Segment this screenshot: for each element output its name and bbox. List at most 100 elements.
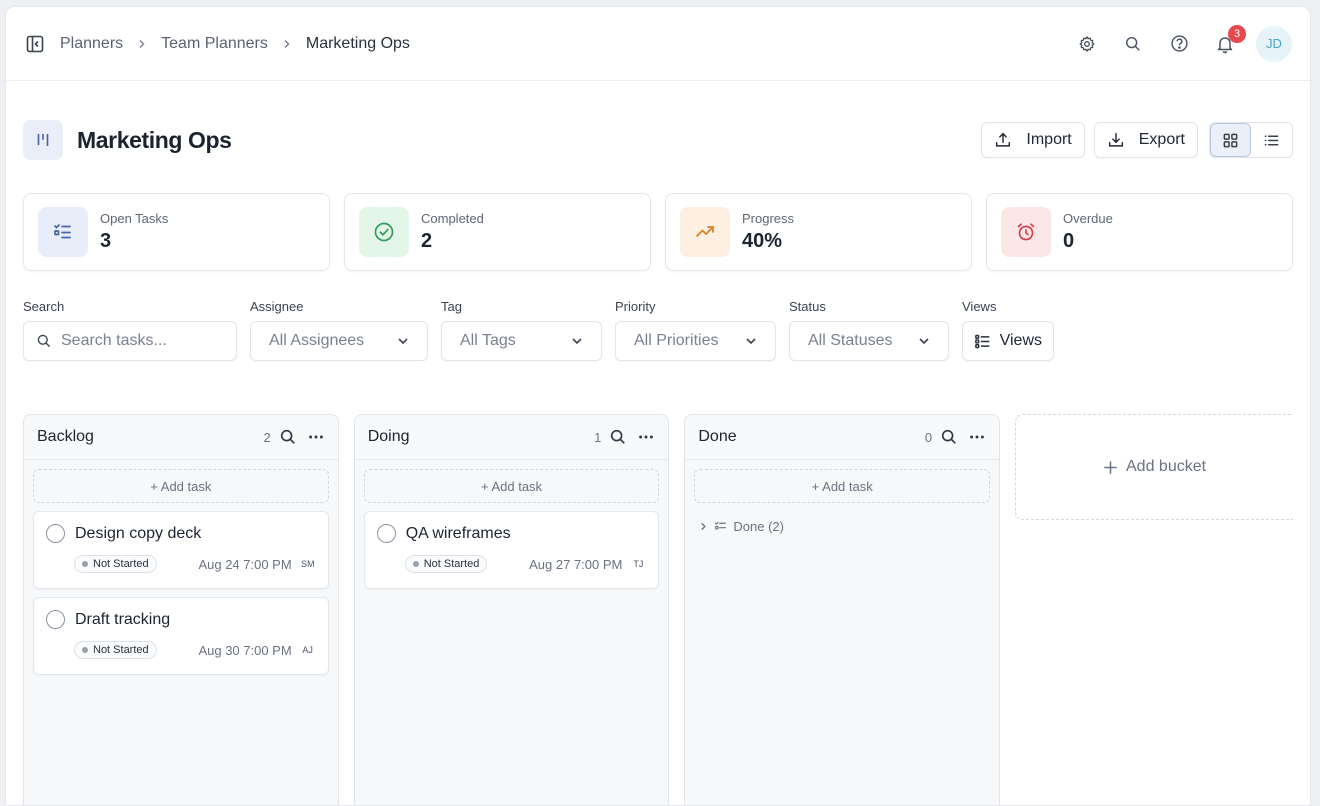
tag-value: All Tags (460, 332, 516, 349)
filter-label: Priority (615, 299, 656, 314)
task-due-date: Aug 30 7:00 PM (198, 642, 292, 658)
task-card[interactable]: QA wireframes Not Started Aug 27 7:00 PM… (363, 511, 660, 589)
search-icon[interactable] (1122, 33, 1144, 55)
status-text: Not Started (423, 558, 480, 570)
filter-bar: Search Search tasks... Assignee All Assi… (6, 299, 1310, 361)
task-card[interactable]: Draft tracking Not Started Aug 30 7:00 P… (33, 597, 329, 675)
stat-progress: Progress 40% (665, 193, 972, 271)
page-header: Marketing Ops Import Export (6, 81, 1310, 173)
grid-view-icon[interactable] (1210, 123, 1251, 157)
chevron-right-icon (282, 39, 292, 49)
status-value: All Statuses (808, 332, 893, 349)
add-bucket-label: Add bucket (1126, 458, 1207, 475)
more-icon[interactable] (307, 428, 325, 446)
add-bucket-button[interactable]: Add bucket (1015, 414, 1294, 520)
add-task-button[interactable]: + Add task (694, 469, 991, 503)
task-checkbox[interactable] (376, 524, 396, 543)
search-icon (37, 334, 51, 348)
views-button[interactable]: Views (962, 321, 1054, 361)
bucket-count: 0 (924, 429, 933, 445)
stat-overdue: Overdue 0 (986, 193, 1293, 271)
search-icon[interactable] (279, 428, 297, 446)
priority-select[interactable]: All Priorities (615, 321, 776, 361)
chevron-right-icon (701, 522, 707, 531)
bucket-header: Done 0 (685, 415, 1000, 460)
completed-group-toggle[interactable]: Done (2) (699, 519, 999, 534)
search-placeholder: Search tasks... (61, 332, 167, 349)
assignee-select[interactable]: All Assignees (250, 321, 428, 361)
stat-value: 40% (742, 230, 783, 252)
list-check-icon (38, 207, 88, 257)
status-badge: Not Started (404, 555, 488, 573)
list-check-icon (715, 521, 727, 530)
search-icon[interactable] (940, 428, 958, 446)
bucket-title: Doing (367, 428, 410, 445)
gear-icon[interactable] (1076, 33, 1098, 55)
views-label: Views (999, 332, 1042, 349)
tag-filter: Tag All Tags (441, 299, 602, 361)
help-icon[interactable] (1168, 33, 1190, 55)
stat-value: 3 (100, 230, 112, 252)
notification-badge: 3 (1228, 24, 1246, 43)
breadcrumb-planners[interactable]: Planners (60, 35, 123, 53)
status-badge: Not Started (74, 555, 157, 573)
chevron-down-icon (919, 338, 929, 345)
status-dot (412, 561, 419, 567)
search-filter: Search Search tasks... (23, 299, 237, 361)
stat-label: Completed (421, 211, 484, 226)
import-label: Import (1026, 131, 1072, 148)
export-button[interactable]: Export (1093, 122, 1198, 158)
import-button[interactable]: Import (981, 122, 1085, 158)
board-icon (23, 120, 63, 160)
assignee-initials: TJ (633, 559, 644, 569)
task-checkbox[interactable] (46, 524, 65, 543)
tag-select[interactable]: All Tags (441, 321, 602, 361)
alarm-icon (1001, 207, 1051, 257)
stat-value: 0 (1063, 230, 1075, 252)
stat-label: Progress (742, 211, 795, 226)
status-dot (82, 647, 88, 653)
add-task-button[interactable]: + Add task (363, 469, 660, 503)
bucket-count: 2 (263, 429, 271, 445)
top-actions: 3 JD (1076, 24, 1292, 62)
status-dot (82, 561, 88, 567)
search-icon[interactable] (609, 428, 627, 446)
views-filter: Views Views (962, 299, 1054, 361)
avatar[interactable]: JD (1256, 25, 1292, 62)
kanban-board: Backlog 2 + Add task Design copy deck No… (6, 414, 1310, 805)
task-title: Design copy deck (75, 524, 202, 542)
task-due-date: Aug 24 7:00 PM (198, 556, 292, 572)
chevron-down-icon (746, 338, 756, 345)
assignee-filter: Assignee All Assignees (250, 299, 428, 361)
stat-label: Overdue (1063, 211, 1113, 226)
filter-label: Tag (441, 299, 462, 314)
list-view-icon[interactable] (1251, 123, 1292, 157)
search-input[interactable]: Search tasks... (23, 321, 237, 361)
task-checkbox[interactable] (46, 610, 65, 629)
assignee-value: All Assignees (269, 332, 365, 349)
assignee-initials: SM (300, 559, 315, 569)
chevron-down-icon (398, 338, 408, 345)
view-toggle (1209, 122, 1293, 158)
download-icon (1108, 132, 1123, 147)
upload-icon (996, 132, 1011, 147)
app-window: Planners Team Planners Marketing Ops 3 J… (5, 6, 1311, 806)
more-icon[interactable] (637, 428, 655, 446)
more-icon[interactable] (968, 428, 986, 446)
bell-icon[interactable]: 3 (1214, 24, 1246, 55)
priority-value: All Priorities (634, 332, 719, 349)
status-select[interactable]: All Statuses (789, 321, 949, 361)
sidebar-toggle-icon[interactable] (26, 35, 44, 53)
assignee-initials: AJ (302, 645, 313, 655)
check-circle-icon (359, 207, 409, 257)
filter-label: Views (962, 299, 997, 314)
status-text: Not Started (93, 644, 149, 656)
add-task-button[interactable]: + Add task (33, 469, 329, 503)
breadcrumb-team-planners[interactable]: Team Planners (161, 35, 268, 53)
export-label: Export (1138, 131, 1185, 148)
task-card[interactable]: Design copy deck Not Started Aug 24 7:00… (33, 511, 329, 589)
top-bar: Planners Team Planners Marketing Ops 3 J… (6, 7, 1310, 81)
filter-label: Search (23, 299, 65, 314)
filter-label: Status (789, 299, 826, 314)
completed-group-label: Done (2) (733, 519, 784, 534)
